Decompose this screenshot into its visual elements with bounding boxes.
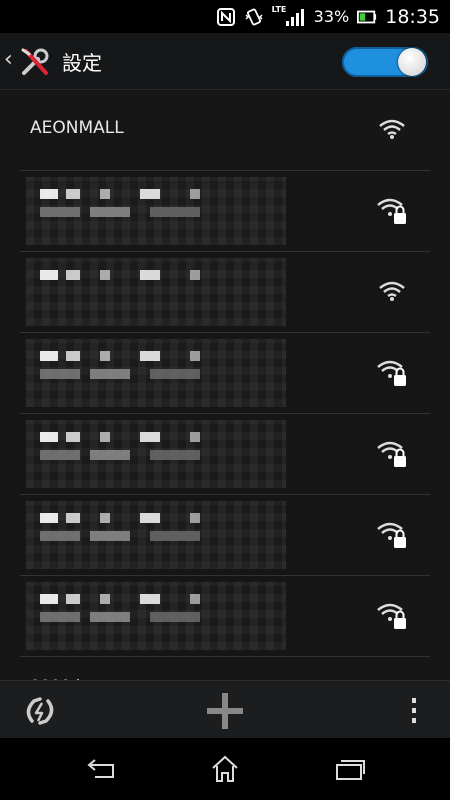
network-ssid: AEONMALL bbox=[30, 118, 124, 138]
list-item[interactable] bbox=[20, 414, 430, 495]
redacted-network-name bbox=[26, 420, 286, 488]
battery-percent: 33% bbox=[313, 7, 350, 26]
list-item[interactable] bbox=[20, 495, 430, 576]
status-bar: LTE 33% 18:35 bbox=[0, 0, 450, 33]
wifi-signal-icon bbox=[379, 119, 405, 139]
list-item[interactable] bbox=[20, 171, 430, 252]
wifi-secured-icon bbox=[377, 603, 406, 629]
refresh-scan-icon[interactable] bbox=[18, 689, 62, 733]
redacted-network-name bbox=[26, 258, 286, 326]
recent-apps-icon[interactable] bbox=[325, 752, 375, 786]
list-item[interactable] bbox=[20, 252, 430, 333]
back-icon[interactable] bbox=[75, 752, 125, 786]
wifi-secured-icon bbox=[377, 198, 406, 224]
signal-icon: LTE bbox=[272, 5, 306, 27]
nfc-icon bbox=[216, 7, 236, 27]
home-icon[interactable] bbox=[200, 752, 250, 786]
clock: 18:35 bbox=[385, 5, 440, 28]
battery-icon bbox=[357, 7, 377, 27]
list-item[interactable] bbox=[20, 576, 430, 657]
wifi-network-list: AEONMALL bbox=[0, 90, 450, 680]
page-title: 設定 bbox=[62, 51, 102, 75]
overflow-menu-icon[interactable] bbox=[392, 689, 436, 733]
chevron-left-icon[interactable]: ‹ bbox=[4, 47, 13, 72]
redacted-network-name bbox=[26, 339, 286, 407]
redacted-network-name bbox=[26, 501, 286, 569]
wifi-secured-icon bbox=[377, 360, 406, 386]
wifi-signal-icon bbox=[379, 281, 405, 301]
redacted-network-name bbox=[26, 177, 286, 245]
navigation-bar bbox=[0, 738, 450, 800]
plus-icon[interactable] bbox=[203, 689, 247, 733]
list-item[interactable]: AEONMALL bbox=[20, 90, 430, 171]
list-item[interactable] bbox=[20, 333, 430, 414]
redacted-network-name bbox=[26, 582, 286, 650]
status-icons: LTE 33% 18:35 bbox=[216, 0, 440, 33]
wifi-toggle[interactable] bbox=[342, 47, 428, 77]
wifi-secured-icon bbox=[377, 441, 406, 467]
bottom-toolbar bbox=[0, 680, 450, 739]
wifi-secured-icon bbox=[377, 522, 406, 548]
vibrate-icon bbox=[244, 7, 264, 27]
toggle-knob bbox=[398, 48, 426, 76]
tools-icon[interactable] bbox=[18, 45, 52, 79]
